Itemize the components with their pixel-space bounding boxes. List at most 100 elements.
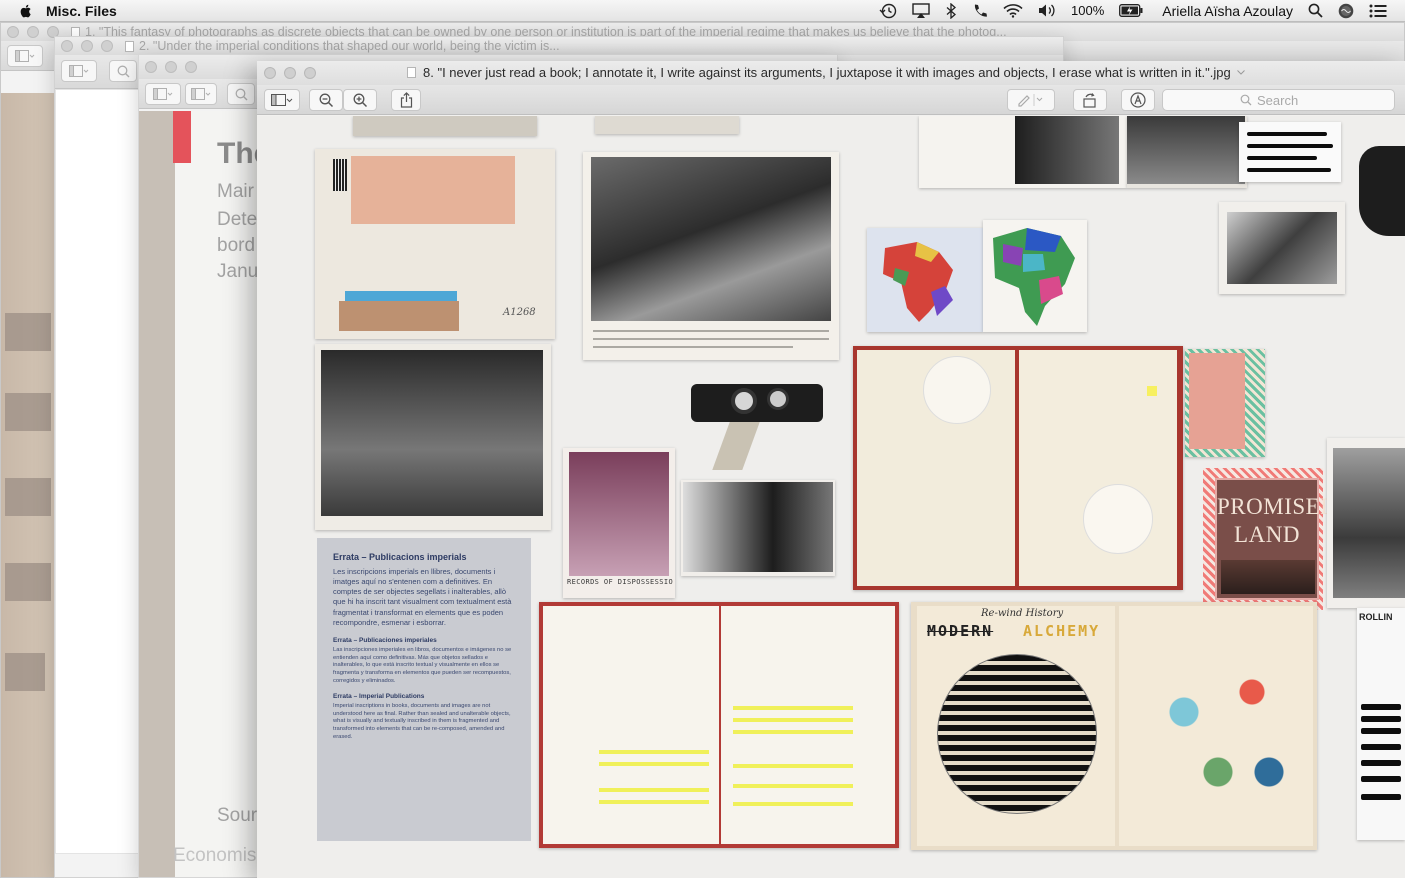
- alchemy-struck-word: MODERN: [927, 622, 994, 640]
- map-graphic: [993, 228, 1075, 326]
- vintage-camera: [691, 378, 823, 470]
- search-input[interactable]: [1257, 92, 1317, 108]
- paper-label: [351, 156, 515, 224]
- apple-icon[interactable]: [18, 3, 34, 19]
- zoom-button[interactable]: [304, 67, 316, 79]
- share-icon: [400, 92, 412, 108]
- wifi-icon[interactable]: [1003, 3, 1023, 18]
- markup-toolbar-button[interactable]: [1121, 89, 1155, 111]
- errata-text-en: Imperial inscriptions in books, document…: [333, 702, 511, 741]
- errata-title: Errata – Publicacions imperials: [333, 552, 467, 562]
- minimize-button[interactable]: [284, 67, 296, 79]
- redacted-note: [1239, 122, 1341, 182]
- errata-title-es: Errata – Publicaciones imperiales: [333, 636, 437, 644]
- rotate-icon: [1083, 92, 1096, 108]
- minimize-button[interactable]: [27, 26, 39, 38]
- close-button[interactable]: [7, 26, 19, 38]
- image-canvas[interactable]: A1268 Errata – Publicacions imperials Le…: [257, 116, 1405, 878]
- document-page: [55, 89, 141, 854]
- volume-icon[interactable]: [1038, 3, 1056, 18]
- presentation-slide: The Mair Dete bord Janu Sour Economis: [139, 111, 269, 877]
- ruins-photograph: [1327, 438, 1405, 608]
- siri-icon[interactable]: [1338, 3, 1354, 19]
- portrait-photograph: [919, 116, 1127, 188]
- sidebar-toggle-button[interactable]: [7, 45, 43, 67]
- markup-pen-button[interactable]: [1007, 89, 1055, 111]
- sidebar-toggle-button[interactable]: [61, 60, 97, 82]
- camera-object: [1359, 146, 1405, 236]
- window-title-bar[interactable]: 8. "I never just read a book; I annotate…: [257, 61, 1405, 85]
- war-photograph: [1219, 202, 1345, 294]
- close-button[interactable]: [264, 67, 276, 79]
- zoom-out-button[interactable]: [109, 60, 137, 82]
- photo-image: [591, 157, 831, 321]
- book-title-line2: LAND: [1234, 522, 1300, 547]
- close-button[interactable]: [61, 40, 73, 52]
- errata-panel: Errata – Publicacions imperials Les insc…: [317, 538, 531, 841]
- bluetooth-icon[interactable]: [945, 2, 957, 19]
- slide-line: Mair: [217, 181, 254, 202]
- zoom-in-button[interactable]: [343, 89, 377, 111]
- errata-text-es: Las inscripciones imperiales en libros, …: [333, 646, 512, 684]
- errata-text: Les inscripcions imperials en llibres, d…: [333, 567, 512, 627]
- slide-line: Dete: [217, 209, 258, 230]
- share-button[interactable]: [391, 89, 421, 111]
- airplane-photograph: [583, 152, 839, 360]
- pamphlet: [1185, 349, 1265, 457]
- window-title-area[interactable]: 8. "I never just read a book; I annotate…: [407, 65, 1245, 80]
- chevron-down-icon[interactable]: [1236, 70, 1245, 75]
- app-menu-name[interactable]: Misc. Files: [46, 3, 117, 19]
- rewind-label: Re-wind History: [981, 608, 1064, 619]
- alchemy-notebook: Re-wind History MODERN ALCHEMY: [911, 602, 1317, 850]
- group-photograph: [315, 344, 551, 530]
- torn-paper: [339, 301, 459, 331]
- phone-icon[interactable]: [972, 3, 988, 19]
- promised-land-book: PROMISED LAND: [1215, 478, 1338, 600]
- zoom-button[interactable]: [101, 40, 113, 52]
- status-area: 100% Ariella Aïsha Azoulay: [879, 2, 1405, 19]
- battery-percentage[interactable]: 100%: [1071, 3, 1104, 18]
- time-machine-icon[interactable]: [879, 3, 897, 19]
- airplay-icon[interactable]: [912, 2, 930, 19]
- sidebar-toggle-button[interactable]: [264, 89, 300, 111]
- book-title-line1: PROMISED: [1217, 494, 1338, 519]
- window-controls: [264, 67, 316, 79]
- zoom-out-icon: [235, 88, 247, 100]
- shelf-image: [5, 478, 51, 516]
- workers-photograph: [681, 480, 835, 576]
- window-title-bar[interactable]: 2. "Under the imperial conditions that s…: [55, 37, 1063, 55]
- shelf-image: [5, 393, 51, 431]
- user-account-menu[interactable]: Ariella Aïsha Azoulay: [1162, 3, 1293, 19]
- sidebar-toggle-button[interactable]: [145, 83, 181, 105]
- zoom-out-button[interactable]: [227, 83, 255, 105]
- red-accent: [173, 111, 191, 163]
- minimize-button[interactable]: [81, 40, 93, 52]
- zoom-out-icon: [117, 65, 129, 77]
- minimize-button[interactable]: [165, 61, 177, 73]
- slide-line: Janu: [217, 261, 259, 282]
- battery-icon[interactable]: [1119, 4, 1143, 17]
- zoom-button[interactable]: [185, 61, 197, 73]
- close-button[interactable]: [145, 61, 157, 73]
- caption-line: [593, 338, 829, 340]
- stereo-card: [353, 116, 537, 136]
- africa-map: [867, 228, 983, 332]
- archival-document: A1268: [315, 149, 555, 339]
- alchemy-word: ALCHEMY: [1023, 622, 1101, 640]
- notification-center-icon[interactable]: [1369, 4, 1387, 18]
- caption-line: [593, 346, 793, 348]
- zoom-in-icon: [353, 93, 367, 107]
- search-field[interactable]: [1162, 89, 1395, 111]
- window-controls: [7, 26, 59, 38]
- rotate-button[interactable]: [1073, 89, 1107, 111]
- zoom-out-button[interactable]: [309, 89, 343, 111]
- photo-strip: [139, 111, 175, 877]
- sidebar-icon: [191, 88, 211, 100]
- caption-line: [593, 330, 829, 332]
- yellow-pin: [1147, 386, 1157, 396]
- errata-title-en: Errata – Imperial Publications: [333, 692, 425, 700]
- open-book-annotated: [853, 346, 1183, 590]
- preview-window-front[interactable]: 8. "I never just read a book; I annotate…: [257, 61, 1405, 878]
- sidebar-toggle-button[interactable]: [185, 83, 217, 105]
- spotlight-icon[interactable]: [1308, 3, 1323, 18]
